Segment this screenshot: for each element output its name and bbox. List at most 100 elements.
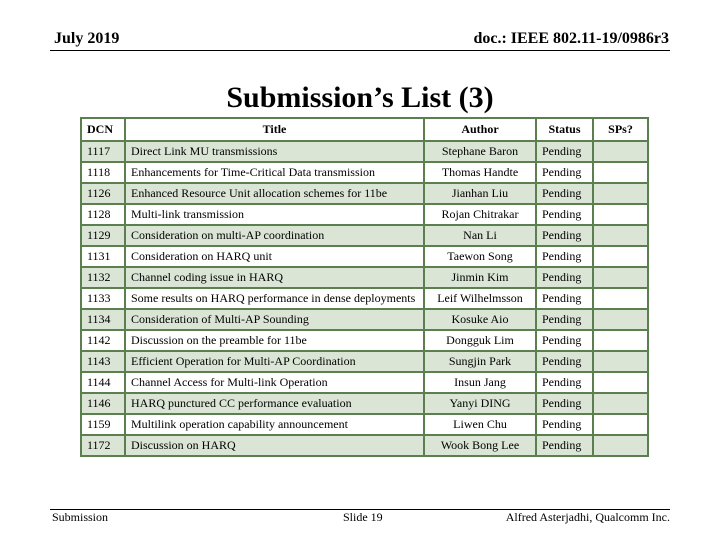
column-header-sps: SPs? — [592, 117, 649, 142]
cell-author: Insun Jang — [423, 371, 537, 394]
cell-sps — [592, 140, 649, 163]
cell-status: Pending — [535, 203, 594, 226]
table-row: 1126 Enhanced Resource Unit allocation sc… — [80, 182, 649, 205]
cell-dcn: 1133 — [80, 287, 126, 310]
cell-dcn: 1142 — [80, 329, 126, 352]
cell-status: Pending — [535, 350, 594, 373]
cell-sps — [592, 161, 649, 184]
column-header-author: Author — [423, 117, 537, 142]
footer-author: Alfred Asterjadhi, Qualcomm Inc. — [505, 510, 670, 524]
cell-title: Direct Link MU transmissions — [124, 140, 425, 163]
cell-title: Consideration of Multi-AP Sounding — [124, 308, 425, 331]
cell-author: Yanyi DING — [423, 392, 537, 415]
table-row: 1142 Discussion on the preamble for 11be D… — [80, 329, 649, 352]
cell-status: Pending — [535, 140, 594, 163]
cell-dcn: 1172 — [80, 434, 126, 457]
cell-title: Multilink operation capability announcem… — [124, 413, 425, 436]
cell-dcn: 1159 — [80, 413, 126, 436]
table-body: 1117 Direct Link MU transmissions Stephane… — [80, 140, 649, 457]
cell-title: Channel coding issue in HARQ — [124, 266, 425, 289]
cell-sps — [592, 224, 649, 247]
cell-author: Jinmin Kim — [423, 266, 537, 289]
cell-dcn: 1134 — [80, 308, 126, 331]
cell-dcn: 1144 — [80, 371, 126, 394]
table-row: 1128 Multi-link transmission Rojan Chitra… — [80, 203, 649, 226]
cell-title: Consideration on multi-AP coordination — [124, 224, 425, 247]
cell-dcn: 1146 — [80, 392, 126, 415]
header-divider — [50, 50, 670, 51]
table-row: 1117 Direct Link MU transmissions Stephane… — [80, 140, 649, 163]
cell-sps — [592, 371, 649, 394]
cell-title: Efficient Operation for Multi-AP Coordin… — [124, 350, 425, 373]
cell-sps — [592, 287, 649, 310]
cell-author: Kosuke Aio — [423, 308, 537, 331]
cell-title: Multi-link transmission — [124, 203, 425, 226]
cell-title: Discussion on HARQ — [124, 434, 425, 457]
cell-dcn: 1131 — [80, 245, 126, 268]
cell-author: Wook Bong Lee — [423, 434, 537, 457]
table-row: 1134 Consideration of Multi-AP Sounding Ko… — [80, 308, 649, 331]
cell-dcn: 1117 — [80, 140, 126, 163]
header-date: July 2019 — [54, 30, 120, 47]
cell-status: Pending — [535, 182, 594, 205]
table-row: 1159 Multilink operation capability annou… — [80, 413, 649, 436]
header-doc-id: doc.: IEEE 802.11-19/0986r3 — [473, 30, 669, 47]
table-header-row: DCN Title Author Status SPs? — [80, 117, 649, 142]
column-header-title: Title — [124, 117, 425, 142]
cell-sps — [592, 203, 649, 226]
cell-sps — [592, 350, 649, 373]
footer-submission: Submission — [52, 510, 109, 524]
cell-status: Pending — [535, 413, 594, 436]
cell-status: Pending — [535, 224, 594, 247]
table-row: 1129 Consideration on multi-AP coordinati… — [80, 224, 649, 247]
cell-author: Jianhan Liu — [423, 182, 537, 205]
cell-status: Pending — [535, 434, 594, 457]
cell-sps — [592, 266, 649, 289]
cell-author: Thomas Handte — [423, 161, 537, 184]
cell-sps — [592, 329, 649, 352]
cell-status: Pending — [535, 245, 594, 268]
slide-title: Submission’s List (3) — [226, 81, 494, 114]
column-header-dcn: DCN — [80, 117, 126, 142]
table-row: 1144 Channel Access for Multi-link Operat… — [80, 371, 649, 394]
table-row: 1146 HARQ punctured CC performance evalua… — [80, 392, 649, 415]
cell-title: Enhancements for Time-Critical Data tran… — [124, 161, 425, 184]
cell-dcn: 1128 — [80, 203, 126, 226]
cell-sps — [592, 308, 649, 331]
cell-author: Sungjin Park — [423, 350, 537, 373]
cell-title: Enhanced Resource Unit allocation scheme… — [124, 182, 425, 205]
cell-dcn: 1132 — [80, 266, 126, 289]
cell-status: Pending — [535, 371, 594, 394]
table-row: 1118 Enhancements for Time-Critical Data … — [80, 161, 649, 184]
cell-author: Taewon Song — [423, 245, 537, 268]
cell-sps — [592, 182, 649, 205]
cell-dcn: 1143 — [80, 350, 126, 373]
cell-author: Rojan Chitrakar — [423, 203, 537, 226]
cell-author: Nan Li — [423, 224, 537, 247]
cell-author: Dongguk Lim — [423, 329, 537, 352]
cell-status: Pending — [535, 287, 594, 310]
table-row: 1133 Some results on HARQ performance in … — [80, 287, 649, 310]
cell-title: Channel Access for Multi-link Operation — [124, 371, 425, 394]
cell-author: Leif Wilhelmsson — [423, 287, 537, 310]
cell-title: Discussion on the preamble for 11be — [124, 329, 425, 352]
cell-title: Consideration on HARQ unit — [124, 245, 425, 268]
table-row: 1172 Discussion on HARQ Wook Bong Lee Pendi… — [80, 434, 649, 457]
column-header-status: Status — [535, 117, 594, 142]
submission-table: DCN Title Author Status SPs? 1117 Direct … — [80, 117, 649, 457]
cell-dcn: 1118 — [80, 161, 126, 184]
table-row: 1131 Consideration on HARQ unit Taewon Son… — [80, 245, 649, 268]
footer-slide-number: Slide 19 — [343, 510, 383, 524]
cell-status: Pending — [535, 161, 594, 184]
table-row: 1132 Channel coding issue in HARQ Jinmin K… — [80, 266, 649, 289]
cell-author: Liwen Chu — [423, 413, 537, 436]
cell-dcn: 1129 — [80, 224, 126, 247]
cell-title: Some results on HARQ performance in dens… — [124, 287, 425, 310]
cell-sps — [592, 245, 649, 268]
cell-status: Pending — [535, 392, 594, 415]
cell-status: Pending — [535, 329, 594, 352]
cell-sps — [592, 413, 649, 436]
cell-sps — [592, 392, 649, 415]
cell-dcn: 1126 — [80, 182, 126, 205]
table-row: 1143 Efficient Operation for Multi-AP Coo… — [80, 350, 649, 373]
